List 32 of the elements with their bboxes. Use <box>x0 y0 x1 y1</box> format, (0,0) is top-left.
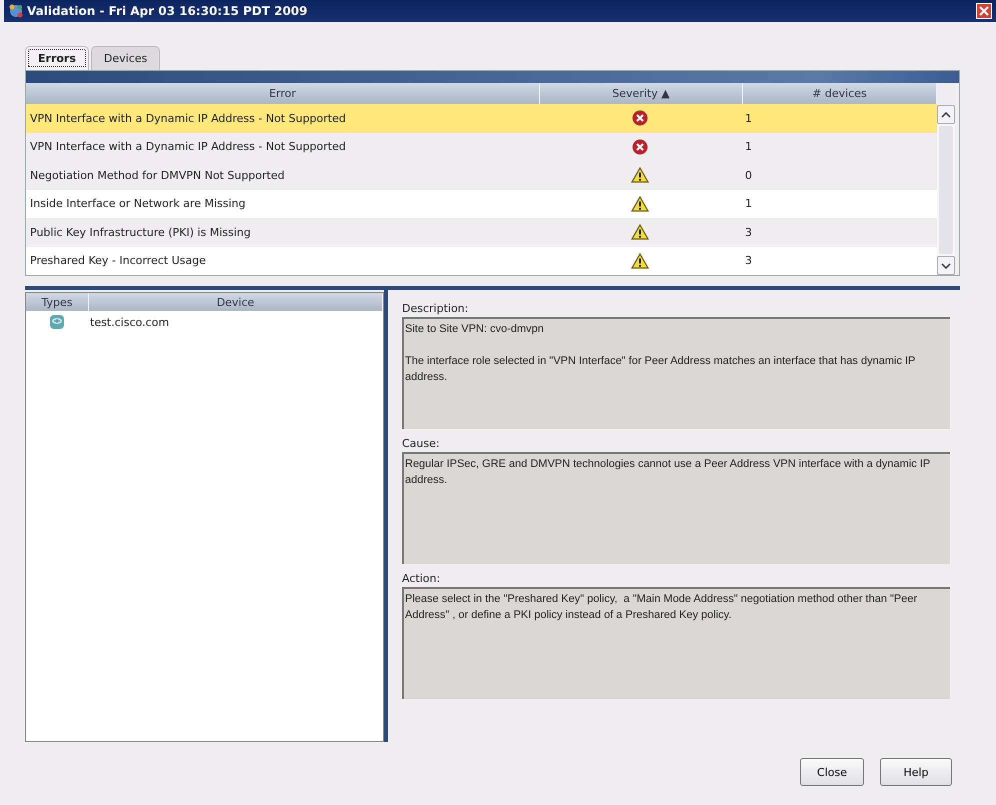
window-title: Validation - Fri Apr 03 16:30:15 PDT 2009 <box>27 4 308 18</box>
table-cell: 1 <box>745 112 752 125</box>
table-cell: VPN Interface with a Dynamic IP Address - Not Supported <box>30 140 346 154</box>
section-label: Description: <box>402 302 470 315</box>
dialog-button[interactable]: Close <box>800 758 864 786</box>
table-row[interactable]: VPN Interface with a Dynamic IP Address - Not Supported 1 <box>26 104 937 132</box>
table-cell: Preshared Key - Incorrect Usage <box>30 254 206 268</box>
column-header[interactable]: Types <box>26 293 89 311</box>
text-area[interactable]: Please select in the "Preshared Key" policy, a "Main Mode Address" negotiation method other than "Peer Address" , or define a PKI policy instead of a Preshared Key policy. <box>402 587 950 699</box>
text-area[interactable]: Site to Site VPN: cvo-dmvpn The interface role selected in "VPN Interface" for Peer Address matches an interface that has dynamic IP address. <box>402 317 950 429</box>
column-header[interactable]: Device <box>89 293 383 311</box>
device-name[interactable]: test.cisco.com <box>88 316 170 328</box>
table-cell: 1 <box>745 197 752 210</box>
table-row[interactable]: Preshared Key - Incorrect Usage 3 <box>26 246 937 275</box>
table-cell: Inside Interface or Network are Missing <box>30 197 246 210</box>
section-label: Cause: <box>402 437 441 450</box>
table-cell: Negotiation Method for DMVPN Not Supported <box>30 168 285 182</box>
table-cell: 0 <box>745 168 752 182</box>
table-cell: Public Key Infrastructure (PKI) is Missing <box>30 226 251 239</box>
table-cell: 1 <box>745 140 752 154</box>
table-row[interactable]: Inside Interface or Network are Missing 1 <box>26 190 937 218</box>
table-cell: VPN Interface with a Dynamic IP Address - Not Supported <box>30 112 346 125</box>
text-area[interactable]: Regular IPSec, GRE and DMVPN technologies cannot use a Peer Address VPN interface with a dynamic IP address. <box>402 452 950 564</box>
close-icon[interactable] <box>976 3 992 19</box>
dialog-button[interactable]: Help <box>880 758 952 786</box>
table-cell: 3 <box>745 254 752 268</box>
network-icon <box>8 3 24 19</box>
device-icon <box>49 314 65 330</box>
tab[interactable]: Devices <box>90 46 160 70</box>
table-cell: 3 <box>745 226 752 239</box>
tab[interactable]: Errors <box>25 46 89 70</box>
section-label: Action: <box>402 572 442 585</box>
